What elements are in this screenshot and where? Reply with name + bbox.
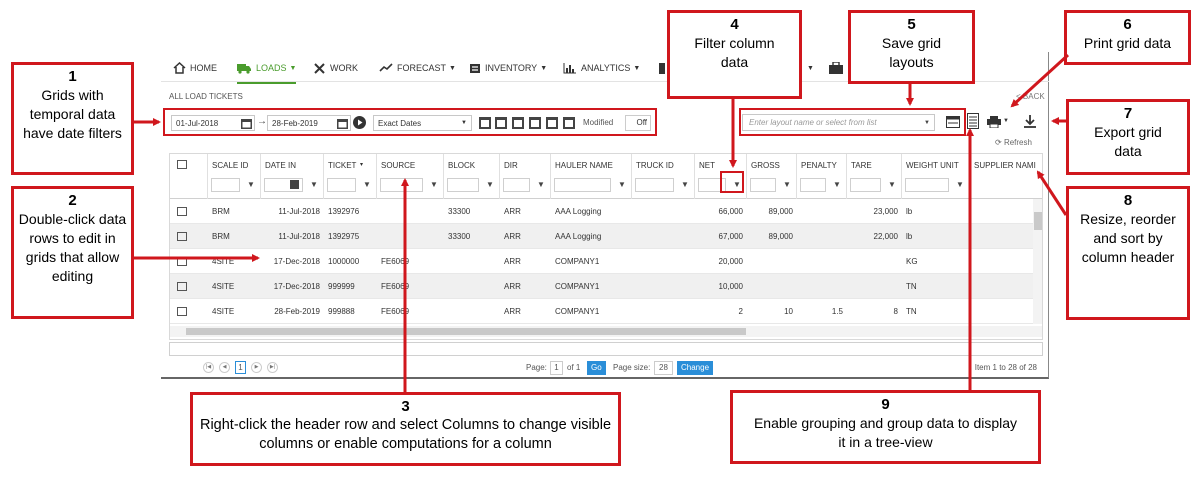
callout-arrows [134, 53, 1070, 392]
